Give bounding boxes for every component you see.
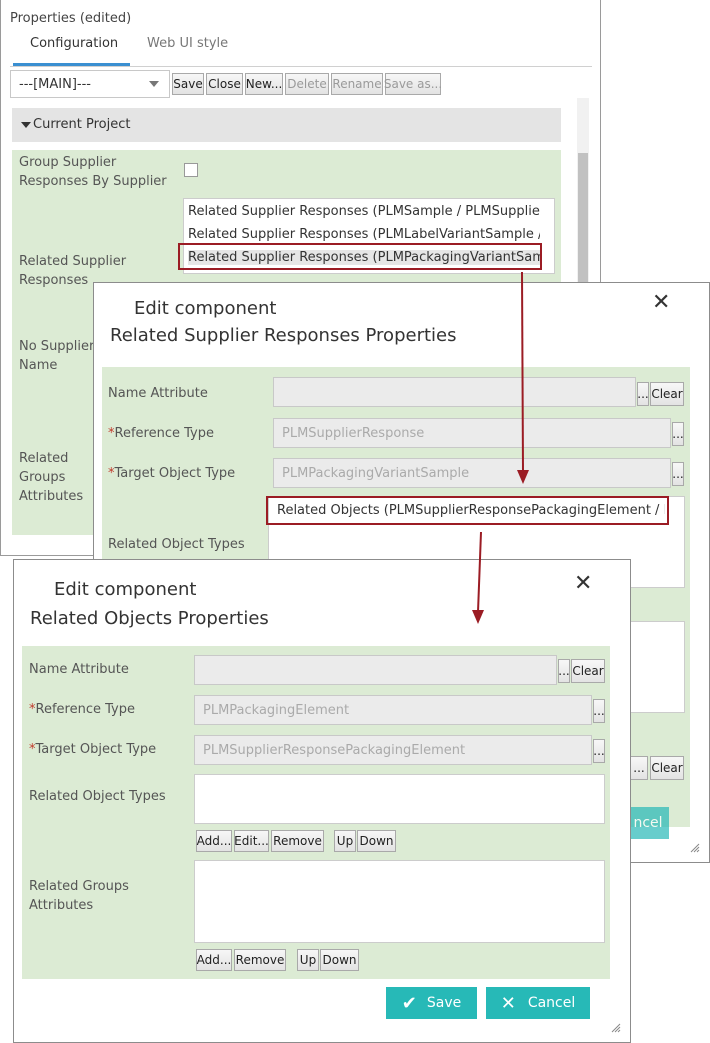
arrow-line-2 [477,531,482,613]
arrow-head-2 [472,610,484,624]
arrow-overlay [472,271,529,624]
arrow-line-1 [521,271,524,473]
arrow-head-1 [517,470,529,484]
